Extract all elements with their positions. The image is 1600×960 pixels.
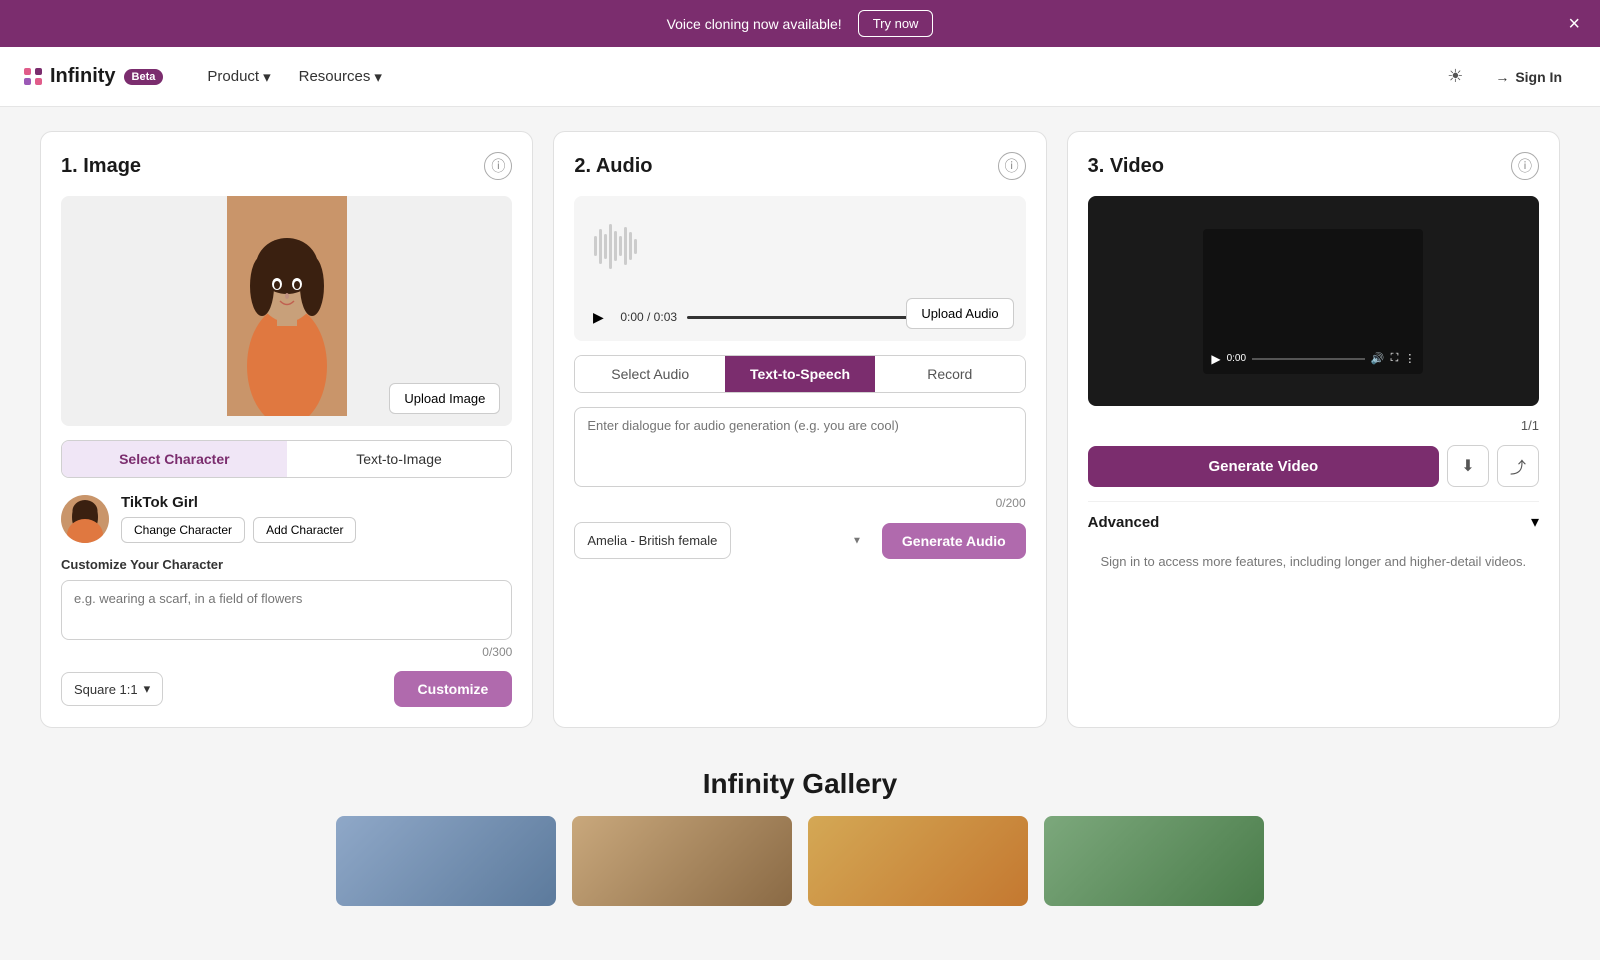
character-row: TikTok Girl Change Character Add Charact… [61, 494, 512, 543]
video-fullscreen-button[interactable]: ⛶ [1391, 352, 1399, 365]
video-volume-button[interactable]: 🔊 [1371, 352, 1385, 365]
character-image [227, 196, 347, 416]
character-info: TikTok Girl Change Character Add Charact… [121, 494, 356, 543]
banner-try-button[interactable]: Try now [858, 10, 934, 37]
customize-char-count: 0/300 [61, 645, 512, 659]
audio-tab-row: Select Audio Text-to-Speech Record [574, 355, 1025, 393]
image-tab-row: Select Character Text-to-Image [61, 440, 512, 478]
chevron-down-icon: ▾ [374, 68, 382, 86]
record-tab[interactable]: Record [875, 356, 1025, 392]
select-character-tab[interactable]: Select Character [62, 441, 287, 477]
gallery-section: Infinity Gallery [40, 768, 1560, 936]
image-bottom-row: Square 1:1 ▾ Customize [61, 671, 512, 707]
gallery-item[interactable] [336, 816, 556, 906]
image-info-button[interactable]: ⓘ [484, 152, 512, 180]
nav-right: ☀ → Sign In [1441, 60, 1576, 93]
logo-icon [24, 68, 42, 85]
nav-menu: Product ▾ Resources ▾ [195, 60, 393, 94]
video-info-button[interactable]: ⓘ [1511, 152, 1539, 180]
audio-card: 2. Audio ⓘ ▶ [553, 131, 1046, 728]
video-preview-area: ▶ 0:00 🔊 ⛶ ⋮ [1088, 196, 1539, 406]
banner-close-button[interactable]: × [1568, 14, 1580, 34]
upload-audio-button[interactable]: Upload Audio [906, 298, 1013, 329]
audio-play-button[interactable]: ▶ [586, 305, 610, 329]
gallery-item[interactable] [808, 816, 1028, 906]
chevron-down-icon: ▾ [144, 681, 151, 697]
banner-text: Voice cloning now available! [667, 16, 842, 32]
gallery-title: Infinity Gallery [60, 768, 1540, 800]
dialogue-input[interactable] [574, 407, 1025, 487]
video-player: ▶ 0:00 🔊 ⛶ ⋮ [1203, 229, 1423, 374]
character-name: TikTok Girl [121, 494, 356, 511]
audio-bottom-row: Amelia - British female Generate Audio [574, 522, 1025, 559]
avatar-image [61, 495, 109, 543]
image-preview-area: Upload Image [61, 196, 512, 426]
signin-button[interactable]: → Sign In [1481, 61, 1576, 93]
video-controls: ▶ 0:00 🔊 ⛶ ⋮ [1211, 352, 1415, 366]
change-character-button[interactable]: Change Character [121, 517, 245, 543]
character-buttons: Change Character Add Character [121, 517, 356, 543]
advanced-section[interactable]: Advanced ▾ [1088, 501, 1539, 542]
download-button[interactable]: ⬇ [1447, 445, 1489, 487]
video-card: 3. Video ⓘ ▶ 0:00 🔊 ⛶ ⋮ 1/1 Generate [1067, 131, 1560, 728]
video-card-header: 3. Video ⓘ [1088, 152, 1539, 180]
navbar: Infinity Beta Product ▾ Resources ▾ ☀ → … [0, 47, 1600, 107]
video-play-button[interactable]: ▶ [1211, 352, 1220, 366]
brand-name: Infinity [50, 65, 116, 88]
video-page-indicator: 1/1 [1088, 418, 1539, 433]
resources-menu-item[interactable]: Resources ▾ [287, 60, 394, 94]
gallery-item[interactable] [1044, 816, 1264, 906]
video-time: 0:00 [1227, 353, 1246, 364]
main-content: 1. Image ⓘ [20, 107, 1580, 960]
image-card-header: 1. Image ⓘ [61, 152, 512, 180]
customize-label: Customize Your Character [61, 557, 512, 572]
audio-card-header: 2. Audio ⓘ [574, 152, 1025, 180]
share-button[interactable]: ⤴ [1497, 445, 1539, 487]
select-audio-tab[interactable]: Select Audio [575, 356, 725, 392]
video-more-button[interactable]: ⋮ [1404, 352, 1415, 365]
video-progress-bar[interactable] [1252, 358, 1365, 360]
brand-logo[interactable]: Infinity Beta [24, 65, 163, 88]
audio-char-count: 0/200 [574, 496, 1025, 510]
announcement-banner: Voice cloning now available! Try now × [0, 0, 1600, 47]
character-avatar [61, 495, 109, 543]
image-card: 1. Image ⓘ [40, 131, 533, 728]
customize-button[interactable]: Customize [394, 671, 513, 707]
text-to-speech-tab[interactable]: Text-to-Speech [725, 356, 875, 392]
video-card-title: 3. Video [1088, 155, 1164, 178]
audio-info-button[interactable]: ⓘ [998, 152, 1026, 180]
gallery-row [60, 816, 1540, 906]
voice-select[interactable]: Amelia - British female [574, 522, 731, 559]
advanced-label: Advanced [1088, 514, 1160, 531]
beta-badge: Beta [124, 69, 164, 85]
voice-select-wrap: Amelia - British female [574, 522, 872, 559]
generate-audio-button[interactable]: Generate Audio [882, 523, 1026, 559]
chevron-down-icon: ▾ [263, 68, 271, 86]
download-icon: ⬇ [1461, 456, 1474, 476]
advanced-note: Sign in to access more features, includi… [1088, 552, 1539, 572]
product-menu-item[interactable]: Product ▾ [195, 60, 282, 94]
chevron-down-icon: ▾ [1531, 512, 1539, 532]
generate-video-button[interactable]: Generate Video [1088, 446, 1439, 487]
upload-image-button[interactable]: Upload Image [389, 383, 500, 414]
audio-preview-area: ▶ 0:00 / 0:03 🔊 ⋮ Upload Audio [574, 196, 1025, 341]
audio-time: 0:00 / 0:03 [620, 310, 677, 324]
customize-input[interactable] [61, 580, 512, 640]
cards-row: 1. Image ⓘ [40, 131, 1560, 728]
add-character-button[interactable]: Add Character [253, 517, 356, 543]
share-icon: ⤴ [1510, 454, 1526, 478]
gallery-item[interactable] [572, 816, 792, 906]
text-to-image-tab[interactable]: Text-to-Image [287, 441, 512, 477]
audio-card-title: 2. Audio [574, 155, 652, 178]
image-card-title: 1. Image [61, 155, 141, 178]
aspect-ratio-select[interactable]: Square 1:1 ▾ [61, 672, 163, 706]
audio-waveform [594, 216, 1005, 276]
signin-icon: → [1495, 69, 1509, 85]
theme-toggle-button[interactable]: ☀ [1441, 60, 1469, 93]
generate-video-row: Generate Video ⬇ ⤴ [1088, 445, 1539, 487]
